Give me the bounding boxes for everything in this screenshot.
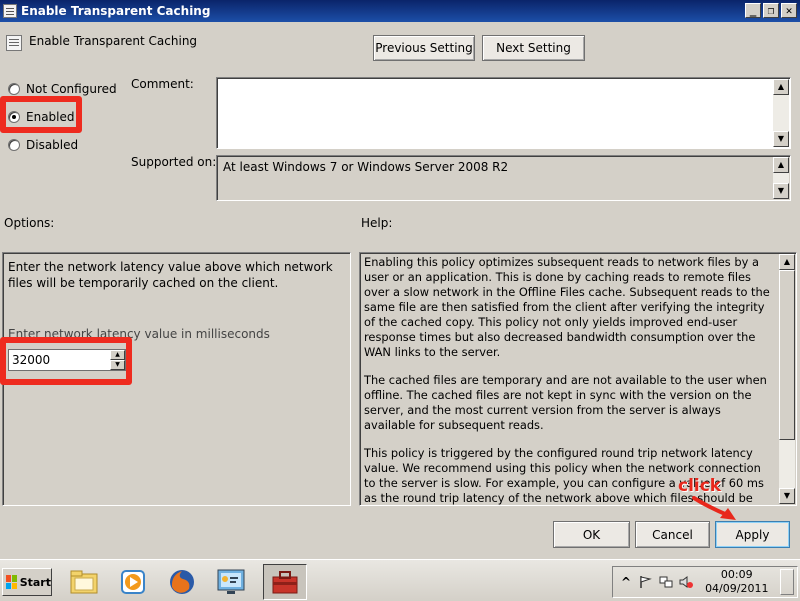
next-setting-button[interactable]: Next Setting [482, 35, 585, 61]
scroll-down-arrow-icon[interactable]: ▼ [773, 131, 789, 147]
enabled-highlight-box [0, 96, 82, 133]
supported-scrollbar[interactable]: ▲ ▼ [773, 157, 789, 199]
control-panel-icon [217, 569, 245, 594]
start-label: Start [19, 575, 51, 589]
tray-expand-icon[interactable]: ^ [621, 575, 631, 589]
scroll-up-arrow-icon[interactable]: ▲ [773, 157, 789, 173]
show-desktop-button[interactable] [780, 569, 795, 595]
comment-label: Comment: [131, 77, 194, 91]
clock-date: 04/09/2011 [705, 582, 769, 595]
radio-circle[interactable] [8, 139, 20, 151]
close-button[interactable]: ✕ [781, 3, 797, 18]
options-description: Enter the network latency value above wh… [8, 260, 333, 290]
policy-title: Enable Transparent Caching [29, 34, 198, 48]
ok-button[interactable]: OK [553, 521, 630, 548]
supported-on-box: At least Windows 7 or Windows Server 200… [216, 155, 791, 201]
flag-icon[interactable] [639, 575, 653, 589]
previous-setting-button[interactable]: Previous Setting [373, 35, 475, 61]
help-text: Enabling this policy optimizes subsequen… [364, 255, 774, 505]
minimize-button[interactable]: _ [745, 3, 761, 18]
comment-scrollbar[interactable]: ▲ ▼ [773, 79, 789, 147]
help-label: Help: [361, 216, 393, 230]
network-icon[interactable] [659, 575, 673, 589]
scroll-down-arrow-icon[interactable]: ▼ [779, 488, 795, 504]
click-annotation: click [678, 476, 722, 496]
apply-button[interactable]: Apply [715, 521, 790, 548]
scroll-thumb[interactable] [779, 270, 795, 440]
windows-logo-icon [6, 575, 17, 589]
firefox-icon [170, 570, 194, 594]
annotation-arrow-icon [692, 496, 736, 520]
latency-highlight-box [0, 337, 132, 385]
cancel-button[interactable]: Cancel [635, 521, 710, 548]
supported-on-value: At least Windows 7 or Windows Server 200… [223, 160, 509, 174]
title-bar[interactable]: Enable Transparent Caching _ ❐ ✕ [0, 0, 800, 22]
system-tray: ^ 00:09 04/09/2011 [612, 566, 798, 598]
radio-not-configured[interactable]: Not Configured [8, 82, 117, 96]
help-panel: Enabling this policy optimizes subsequen… [359, 252, 797, 506]
restore-button[interactable]: ❐ [763, 3, 779, 18]
taskbar-control-panel-icon[interactable] [209, 564, 253, 600]
taskbar-media-player-icon[interactable] [111, 564, 155, 600]
toolbox-icon [272, 571, 298, 594]
scroll-up-arrow-icon[interactable]: ▲ [779, 254, 795, 270]
options-label: Options: [4, 216, 55, 230]
taskbar-explorer-icon[interactable] [62, 564, 106, 600]
supported-on-label: Supported on: [131, 155, 217, 169]
scroll-down-arrow-icon[interactable]: ▼ [773, 183, 789, 199]
media-player-icon [121, 570, 145, 594]
volume-muted-icon[interactable] [679, 575, 694, 589]
policy-icon [6, 35, 22, 51]
comment-textarea[interactable]: ▲ ▼ [216, 77, 791, 149]
help-paragraph: Enabling this policy optimizes subsequen… [364, 255, 770, 359]
policy-setting-icon [3, 4, 17, 18]
window-title: Enable Transparent Caching [21, 4, 211, 18]
help-scrollbar[interactable]: ▲ ▼ [779, 254, 795, 504]
radio-label: Disabled [26, 138, 79, 152]
radio-circle[interactable] [8, 83, 20, 95]
help-paragraph: The cached files are temporary and are n… [364, 373, 767, 432]
start-button[interactable]: Start [2, 568, 52, 596]
clock[interactable]: 00:09 04/09/2011 [705, 568, 768, 596]
taskbar: Start ^ 00:09 04/09/2011 [0, 559, 800, 601]
scroll-up-arrow-icon[interactable]: ▲ [773, 79, 789, 95]
radio-disabled[interactable]: Disabled [8, 138, 78, 152]
radio-label: Not Configured [26, 82, 117, 96]
folder-icon [70, 570, 98, 594]
taskbar-policy-editor-icon[interactable] [263, 564, 307, 600]
taskbar-firefox-icon[interactable] [160, 564, 204, 600]
clock-time: 00:09 [720, 568, 753, 581]
